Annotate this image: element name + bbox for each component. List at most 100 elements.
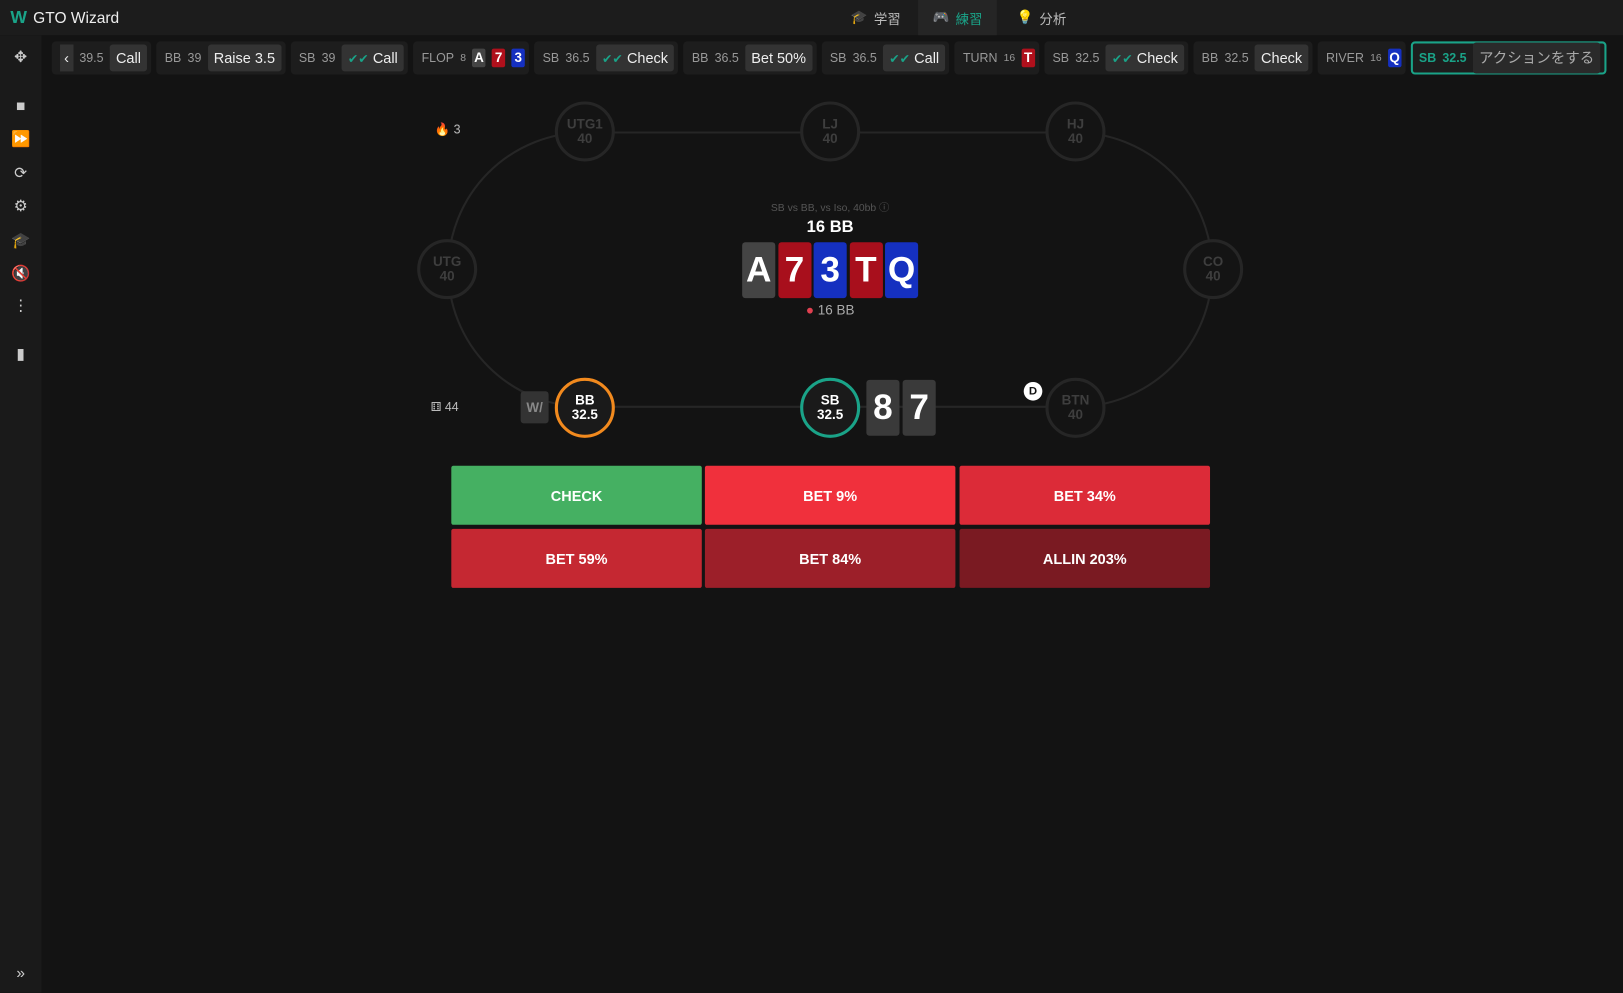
seat-stack: 40 [822, 130, 838, 146]
action-step[interactable]: SB 36.5 ✔✔ Call [821, 41, 950, 75]
nav-label: 分析 [1039, 10, 1067, 27]
bet-34--button[interactable]: BET 34% [959, 465, 1211, 525]
bar-chart-icon[interactable]: ▮ [8, 343, 33, 368]
action-text: Raise 3.5 [213, 49, 276, 67]
stack: 39 [321, 50, 336, 66]
seat-btn: BTN 40 [1045, 377, 1106, 438]
bet-59--button[interactable]: BET 59% [451, 528, 702, 588]
action-step[interactable]: SB 32.5 アクションをする [1410, 41, 1607, 75]
board-card-mini: Q [1387, 48, 1402, 68]
stop-icon[interactable]: ■ [8, 94, 33, 119]
position: SB [1418, 50, 1437, 66]
seat-position: LJ [822, 115, 838, 132]
nav-label: 練習 [955, 10, 983, 27]
stack: 39.5 [79, 50, 104, 66]
spot-info: SB vs BB, vs Iso, 40bb ⓘ [727, 199, 934, 215]
seat-position: UTG [432, 253, 462, 270]
dealer-button: D [1023, 381, 1043, 401]
app-logo[interactable]: W GTO Wizard [10, 7, 119, 28]
action-step[interactable]: SB 36.5 ✔✔ Check [534, 41, 679, 75]
bet-amount: ● 16 BB [727, 302, 934, 318]
seat-position: HJ [1066, 115, 1085, 132]
chips-icon: ● [805, 302, 815, 318]
stack: 32.5 [1442, 50, 1467, 66]
position: SB [542, 50, 560, 66]
graduation-cap-icon: 🎓 [850, 9, 868, 25]
position: BB [1201, 50, 1219, 66]
action-text: アクションをする [1478, 49, 1595, 67]
street-name: TURN [962, 50, 998, 66]
board-card: 7 [777, 242, 812, 299]
action-text: Call [115, 49, 141, 67]
action-step[interactable]: BB 36.5 Bet 50% [683, 41, 817, 75]
seat-position: SB [820, 392, 840, 408]
position: BB [164, 50, 182, 66]
street-name: FLOP [421, 50, 455, 66]
info-icon[interactable]: ⓘ [879, 203, 889, 214]
refresh-icon[interactable]: ⟳ [8, 161, 33, 186]
position: SB [298, 50, 316, 66]
seat-stack: 40 [1067, 130, 1083, 146]
stack: 32.5 [1075, 50, 1100, 66]
nav-label: 学習 [873, 10, 901, 27]
stack: 36.5 [565, 50, 590, 66]
hero-card: 7 [902, 379, 936, 436]
action-step[interactable]: SB 39 ✔✔ Call [290, 41, 409, 75]
app-title: GTO Wizard [33, 8, 120, 27]
seat-stack: 40 [577, 130, 593, 146]
nav-study[interactable]: 🎓 学習 [836, 0, 915, 35]
street-pot: 8 [460, 52, 467, 64]
graduation-cap-icon[interactable]: 🎓 [8, 229, 33, 254]
chevron-left-icon[interactable]: ‹ [60, 44, 74, 72]
seat-position: CO [1203, 253, 1224, 270]
board-card-mini: 7 [491, 48, 506, 68]
fast-forward-icon[interactable]: ⏩ [8, 127, 33, 152]
nav-analyze[interactable]: 💡 分析 [1002, 0, 1081, 35]
action-text: Bet 50% [751, 49, 807, 67]
action-text: Call [372, 49, 398, 67]
stack: 32.5 [1224, 50, 1249, 66]
check-button[interactable]: CHECK [451, 465, 702, 525]
action-text: Check [1261, 49, 1303, 67]
seat-sb: SB 32.5 [800, 377, 861, 438]
bet-9--button[interactable]: BET 9% [704, 465, 956, 525]
streak: 🔥 3 [435, 122, 461, 136]
street-river[interactable]: RIVER 16 Q [1317, 41, 1406, 75]
street-flop[interactable]: FLOP 8 A 7 3 [413, 41, 530, 75]
street-turn[interactable]: TURN 16 T [954, 41, 1039, 75]
action-label: Raise 3.5 [207, 44, 282, 72]
position: SB [829, 50, 847, 66]
hero-card: 8 [866, 379, 900, 436]
seat-position: BB [575, 392, 595, 408]
action-label: ✔✔ Call [341, 44, 404, 72]
board-card: 3 [813, 242, 847, 299]
expand-icon[interactable]: » [8, 962, 33, 987]
double-check-icon: ✔✔ [347, 51, 369, 67]
action-step[interactable]: SB 32.5 ✔✔ Check [1044, 41, 1189, 75]
position: BB [691, 50, 709, 66]
gear-icon[interactable]: ⚙ [8, 195, 33, 220]
nav-practice[interactable]: 🎮 練習 [918, 0, 998, 36]
more-vertical-icon[interactable]: ⋮ [8, 294, 33, 319]
action-step[interactable]: ‹ 39.5 Call [51, 41, 152, 75]
opponent-cards-back: W/ [520, 391, 549, 424]
streak-count: 3 [453, 122, 461, 137]
stack: 36.5 [852, 50, 877, 66]
seat-hj: HJ 40 [1045, 101, 1106, 162]
spot-info-text: SB vs BB, vs Iso, 40bb [770, 202, 877, 215]
action-label: ✔✔ Check [595, 44, 675, 72]
action-step[interactable]: BB 39 Raise 3.5 [156, 41, 286, 75]
seat-lj: LJ 40 [800, 101, 861, 162]
allin-203--button[interactable]: ALLIN 203% [959, 528, 1211, 588]
action-label: Check [1254, 44, 1309, 72]
sound-off-icon[interactable]: 🔇 [8, 262, 33, 287]
street-pot: 16 [1370, 52, 1382, 64]
action-step[interactable]: BB 32.5 Check [1193, 41, 1313, 75]
board-card-mini: 3 [511, 48, 526, 68]
bet-84--button[interactable]: BET 84% [704, 528, 956, 588]
dpad-icon[interactable]: ✥ [8, 46, 33, 71]
board-card-mini: A [472, 48, 486, 68]
position: SB [1052, 50, 1070, 66]
gamepad-icon: 🎮 [932, 9, 950, 25]
hand-counter: ⚅ 44 [431, 400, 459, 414]
